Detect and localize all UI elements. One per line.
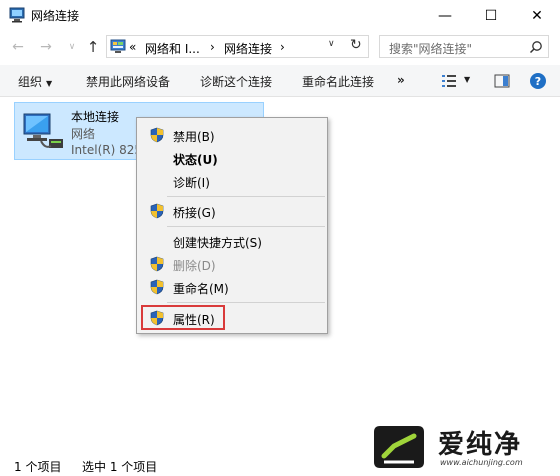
menu-item-disable[interactable]: 禁用(B) — [139, 124, 325, 146]
menu-item-delete[interactable]: 删除(D) — [139, 253, 325, 275]
address-dropdown-button[interactable]: ∨ — [328, 39, 335, 49]
organize-label: 组织 — [18, 75, 43, 89]
recent-locations-button[interactable]: ∨ — [63, 39, 81, 55]
properties-highlight-box — [141, 305, 225, 330]
uac-shield-icon — [150, 256, 164, 272]
uac-shield-icon — [150, 127, 164, 143]
window-title: 网络连接 — [31, 9, 80, 23]
watermark: 爱纯净 www.aichunjing.com — [366, 420, 560, 476]
breadcrumb-network-connections[interactable]: 网络连接 — [224, 40, 272, 57]
menu-label-create-shortcut: 创建快捷方式(S) — [173, 236, 262, 250]
network-connections-app-icon — [9, 7, 25, 23]
command-bar: 组织 ▼ 禁用此网络设备 诊断这个连接 重命名此连接 » ▼ ? — [0, 65, 560, 97]
watermark-url: www.aichunjing.com — [440, 458, 523, 467]
menu-item-bridge[interactable]: 桥接(G) — [139, 200, 325, 222]
organize-button[interactable]: 组织 ▼ — [18, 73, 52, 90]
item-network: 网络 — [71, 127, 96, 141]
item-name: 本地连接 — [71, 110, 120, 124]
chevron-down-icon: ▼ — [46, 79, 53, 88]
menu-label-disable: 禁用(B) — [173, 130, 215, 144]
up-button[interactable]: ↑ — [84, 39, 102, 55]
menu-item-rename[interactable]: 重命名(M) — [139, 276, 325, 298]
menu-label-bridge: 桥接(G) — [173, 206, 216, 220]
uac-shield-icon — [150, 279, 164, 295]
svg-text:?: ? — [535, 75, 541, 88]
control-panel-icon — [110, 39, 126, 53]
watermark-logo-icon — [374, 426, 424, 468]
search-input[interactable]: 搜索"网络连接" — [389, 40, 472, 57]
minimize-button[interactable]: — — [422, 0, 468, 31]
maximize-button[interactable]: ☐ — [468, 0, 514, 31]
rename-connection-button[interactable]: 重命名此连接 — [302, 73, 374, 90]
menu-separator — [167, 196, 325, 197]
menu-label-rename: 重命名(M) — [173, 282, 229, 296]
preview-pane-icon[interactable] — [494, 74, 510, 88]
menu-label-diagnose: 诊断(I) — [173, 176, 210, 190]
uac-shield-icon — [150, 203, 164, 219]
breadcrumb-separator[interactable]: › — [280, 40, 285, 54]
title-bar: 网络连接 — ☐ ✕ — [0, 0, 560, 31]
menu-label-status: 状态(U) — [173, 153, 218, 167]
change-view-icon[interactable] — [441, 74, 457, 88]
search-box[interactable]: 搜索"网络连接" — [379, 35, 549, 58]
item-count: 1 个项目 — [14, 460, 62, 474]
menu-separator — [167, 226, 325, 227]
menu-item-diagnose[interactable]: 诊断(I) — [139, 170, 325, 192]
menu-separator — [167, 302, 325, 303]
help-icon[interactable]: ? — [529, 72, 547, 90]
menu-label-delete: 删除(D) — [173, 259, 216, 273]
network-adapter-icon — [23, 113, 63, 148]
refresh-button[interactable]: ↻ — [350, 37, 362, 53]
context-menu: 禁用(B) 状态(U) 诊断(I) 桥接(G) 创建快捷方式(S) 删除(D) … — [136, 117, 328, 334]
close-button[interactable]: ✕ — [514, 0, 560, 31]
diagnose-connection-button[interactable]: 诊断这个连接 — [200, 73, 272, 90]
menu-item-create-shortcut[interactable]: 创建快捷方式(S) — [139, 230, 325, 252]
view-options-chevron-icon[interactable]: ▼ — [464, 75, 470, 84]
breadcrumb-network-internet[interactable]: 网络和 I... — [145, 40, 200, 57]
item-device: Intel(R) 825 — [71, 143, 142, 157]
more-commands-button[interactable]: » — [397, 73, 405, 87]
selected-count: 选中 1 个项目 — [82, 460, 158, 474]
forward-button[interactable]: → — [37, 39, 55, 55]
menu-item-status[interactable]: 状态(U) — [139, 147, 325, 169]
file-list-area[interactable]: 本地连接 网络 Intel(R) 825 禁用(B) 状态(U) 诊断(I) 桥… — [0, 97, 560, 450]
address-prefix[interactable]: « — [129, 40, 136, 54]
search-icon[interactable] — [529, 40, 543, 54]
watermark-name: 爱纯净 — [438, 430, 523, 460]
address-bar[interactable]: « 网络和 I... › 网络连接 › ∨ ↻ — [106, 35, 369, 58]
back-button[interactable]: ← — [9, 39, 27, 55]
disable-device-button[interactable]: 禁用此网络设备 — [86, 73, 170, 90]
breadcrumb-separator[interactable]: › — [210, 40, 215, 54]
address-row: ← → ∨ ↑ « 网络和 I... › 网络连接 › ∨ ↻ 搜索"网络连接" — [0, 31, 560, 63]
